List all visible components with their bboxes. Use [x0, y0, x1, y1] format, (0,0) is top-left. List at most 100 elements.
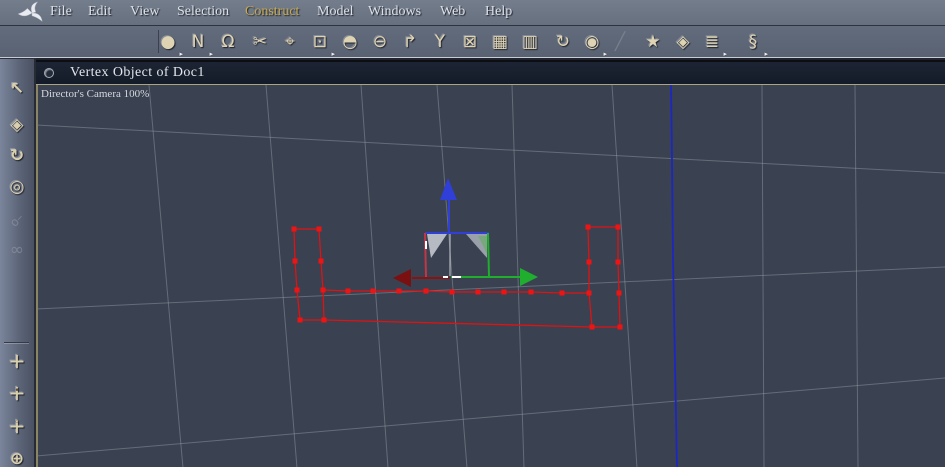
gizmo-axis[interactable] — [424, 232, 427, 278]
wireframe-vertex[interactable] — [320, 287, 326, 293]
viewport-window: Vertex Object of Doc1 Director's Camera … — [36, 60, 945, 467]
flyout-triangle-icon: ▸ — [209, 50, 213, 58]
left-tool-sidebar: ↖ ◈ ↻ ◎ o– ∞ ＋ ＋ ＋ ⊕ — [0, 58, 36, 467]
polyline-pen-icon: N — [191, 32, 205, 52]
wireframe-vertex[interactable] — [370, 288, 376, 294]
wireframe-vertex[interactable] — [316, 226, 322, 232]
grid-line — [36, 377, 945, 457]
tool-extrude[interactable]: ↱ — [396, 28, 424, 56]
viewport-canvas[interactable]: Director's Camera 100% — [36, 84, 945, 467]
side-tool-camera-track[interactable]: ＋ — [2, 381, 32, 409]
side-tool-scale[interactable]: ◎ — [2, 173, 32, 201]
grid-line — [854, 85, 859, 467]
tool-rotate-box[interactable]: ↻ — [549, 28, 577, 56]
grid-line — [36, 266, 945, 310]
tool-magnet-snap[interactable]: Ω — [214, 28, 242, 56]
delete-face-icon: ⊠ — [462, 32, 478, 52]
viewport-title: Vertex Object of Doc1 — [70, 65, 205, 80]
tool-pin[interactable]: ⌖ — [276, 28, 304, 56]
wireframe-vertex[interactable] — [616, 290, 622, 296]
wireframe-vertex[interactable] — [617, 324, 623, 330]
wireframe-vertex[interactable] — [585, 224, 591, 230]
menu-item-construct[interactable]: Construct — [245, 4, 299, 20]
tool-lathe-cage[interactable]: ⊖ — [366, 28, 394, 56]
menu-item-web[interactable]: Web — [440, 4, 465, 20]
wireframe-vertex[interactable] — [559, 290, 565, 296]
zoom-key-icon: o– — [7, 210, 27, 230]
sphere-primitive-icon: ● — [160, 32, 176, 52]
menu-item-selection[interactable]: Selection — [177, 4, 229, 20]
gizmo-shape — [440, 178, 457, 200]
tool-polyline-pen[interactable]: N ▸ — [184, 28, 213, 58]
menu-item-view[interactable]: View — [130, 4, 159, 20]
sphere-edit-icon: ◉ — [584, 32, 600, 52]
wireframe-vertex[interactable] — [501, 289, 507, 295]
link-chain-icon: ∞ — [9, 240, 25, 260]
striped-cylinder-icon: ▥ — [521, 32, 539, 52]
tool-sweep-box[interactable]: ▦ — [486, 28, 514, 56]
wireframe-vertex[interactable] — [615, 259, 621, 265]
stack-loft-icon: ≣ — [704, 32, 720, 52]
wireframe-vertex[interactable] — [292, 258, 298, 264]
tool-deform-star[interactable]: ★ — [639, 28, 667, 56]
goblet-lathe-icon: Y — [434, 32, 446, 52]
top-toolbar: ● ▸ N ▸ Ω ✂ ⌖ ⊡ ▸ ◓ ⊖ ↱ Y ⊠ ▦ ▥ ↻ ◉ ▸ ╱ ★ ◈ ≣ ▸ § ▸ — [0, 26, 945, 58]
scale-icon: ◎ — [9, 177, 25, 197]
menu-item-file[interactable]: File — [50, 4, 72, 20]
wireframe-edge[interactable] — [293, 228, 325, 321]
wireframe-vertex[interactable] — [321, 317, 327, 323]
universal-manipulator-icon: ◈ — [10, 115, 24, 135]
wireframe-vertex[interactable] — [615, 224, 621, 230]
tool-scissors-cut[interactable]: ✂ — [246, 28, 274, 56]
gizmo-axis[interactable] — [487, 232, 490, 278]
wireframe-vertex[interactable] — [589, 324, 595, 330]
wireframe-vertex[interactable] — [291, 226, 297, 232]
wireframe-edge[interactable] — [587, 226, 621, 328]
menu-item-help[interactable]: Help — [485, 4, 512, 20]
side-tool-move[interactable]: ↖ — [2, 75, 32, 103]
tool-stack-loft[interactable]: ≣ ▸ — [698, 28, 727, 58]
grid-line — [265, 85, 298, 467]
tool-sphere-edit[interactable]: ◉ ▸ — [578, 28, 607, 58]
wireframe-vertex[interactable] — [396, 288, 402, 294]
tool-goblet-lathe[interactable]: Y — [426, 28, 454, 56]
tool-striped-cylinder[interactable]: ▥ — [516, 28, 544, 56]
side-tool-camera-dolly[interactable]: ＋ — [2, 414, 32, 442]
grid-line — [761, 85, 765, 467]
rotate-icon: ↻ — [9, 146, 25, 166]
magnet-snap-icon: Ω — [221, 32, 235, 52]
side-tool-camera-sphere[interactable]: ⊕ — [2, 445, 32, 467]
extrude-icon: ↱ — [402, 32, 418, 52]
tool-marquee-select[interactable]: ⊡ ▸ — [306, 28, 335, 58]
wireframe-vertex[interactable] — [297, 317, 303, 323]
tool-delete-face[interactable]: ⊠ — [456, 28, 484, 56]
wireframe-vertex[interactable] — [475, 289, 481, 295]
scene-3d-view[interactable] — [36, 85, 945, 467]
wireframe-edge[interactable] — [322, 289, 589, 294]
wireframe-vertex[interactable] — [528, 289, 534, 295]
tool-dome[interactable]: ◓ — [336, 28, 364, 56]
tool-deform-bend[interactable]: ◈ — [669, 28, 697, 56]
sweep-box-icon: ▦ — [491, 32, 509, 52]
wireframe-vertex[interactable] — [318, 258, 324, 264]
wireframe-vertex[interactable] — [449, 289, 455, 295]
tool-sphere-primitive[interactable]: ● ▸ — [154, 28, 183, 58]
tool-twist[interactable]: § ▸ — [739, 28, 768, 58]
scissors-cut-icon: ✂ — [252, 32, 268, 52]
wireframe-vertex[interactable] — [345, 288, 351, 294]
side-tool-camera-pan[interactable]: ＋ — [2, 349, 32, 377]
wireframe-vertex[interactable] — [294, 287, 300, 293]
collapse-circle-icon[interactable] — [44, 68, 54, 78]
wireframe-vertex[interactable] — [423, 288, 429, 294]
menu-item-model[interactable]: Model — [317, 4, 354, 20]
menu-item-edit[interactable]: Edit — [88, 4, 111, 20]
wireframe-vertex[interactable] — [586, 290, 592, 296]
gizmo-shape — [427, 234, 447, 258]
menu-item-windows[interactable]: Windows — [368, 4, 421, 20]
marquee-select-icon: ⊡ — [312, 32, 328, 52]
side-tool-universal-manipulator[interactable]: ◈ — [2, 111, 32, 139]
wireframe-edge[interactable] — [323, 319, 593, 328]
flyout-triangle-icon: ▸ — [179, 50, 183, 58]
wireframe-vertex[interactable] — [586, 259, 592, 265]
side-tool-rotate[interactable]: ↻ — [2, 142, 32, 170]
